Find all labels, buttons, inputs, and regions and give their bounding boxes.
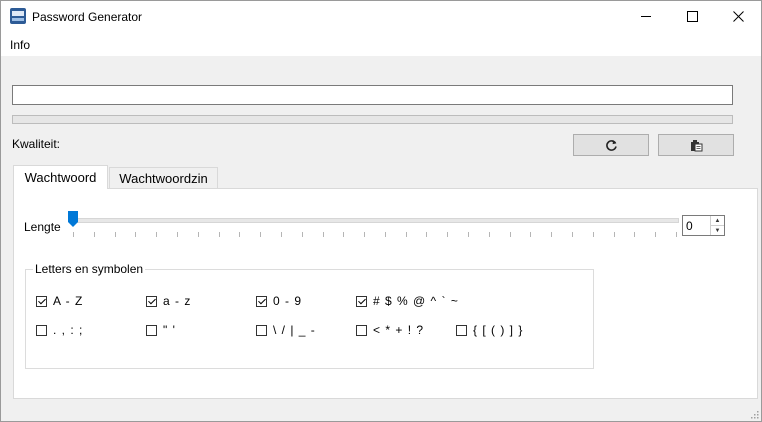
- clipboard-icon: [690, 139, 702, 151]
- checkbox-box[interactable]: [356, 295, 367, 307]
- resize-grip-icon[interactable]: [749, 409, 759, 419]
- letters-symbols-group: Letters en symbolen A - Z a - z 0 - 9 # …: [25, 262, 594, 369]
- slider-tick: [385, 232, 386, 237]
- checkbox-punctuation[interactable]: . , : ;: [36, 323, 83, 337]
- slider-tick: [156, 232, 157, 237]
- checkbox-box[interactable]: [146, 324, 157, 336]
- slider-tick: [177, 232, 178, 237]
- checkbox-label: " ': [163, 323, 176, 337]
- checkbox-box[interactable]: [456, 324, 467, 336]
- slider-tick: [260, 232, 261, 237]
- slider-tick: [343, 232, 344, 237]
- maximize-icon: [686, 11, 698, 22]
- slider-tick: [551, 232, 552, 237]
- refresh-icon: [605, 139, 617, 151]
- title-bar[interactable]: Password Generator: [1, 1, 761, 32]
- password-field[interactable]: [12, 85, 733, 105]
- slider-tick: [239, 232, 240, 237]
- slider-tick: [406, 232, 407, 237]
- slider-tick: [198, 232, 199, 237]
- checkbox-box[interactable]: [36, 324, 47, 336]
- checkbox-brackets[interactable]: { [ ( ) ] }: [456, 323, 523, 337]
- chevron-down-icon: ▼: [714, 227, 721, 234]
- menu-bar: Info: [1, 32, 761, 56]
- length-label: Lengte: [24, 220, 61, 234]
- checkbox-label: A - Z: [53, 294, 84, 308]
- copy-button[interactable]: [658, 134, 734, 156]
- slider-tick: [530, 232, 531, 237]
- maximize-button[interactable]: [669, 1, 715, 32]
- slider-tick: [135, 232, 136, 237]
- length-spinbox[interactable]: 0 ▲ ▼: [682, 215, 725, 236]
- checkbox-box[interactable]: [146, 295, 157, 307]
- checkbox-box[interactable]: [36, 295, 47, 307]
- spin-down-button[interactable]: ▼: [711, 226, 724, 235]
- slider-tick: [426, 232, 427, 237]
- length-slider-thumb[interactable]: [68, 211, 78, 227]
- checkbox-quotes[interactable]: " ': [146, 323, 176, 337]
- window-title: Password Generator: [32, 10, 143, 24]
- checkbox-box[interactable]: [256, 324, 267, 336]
- slider-tick: [489, 232, 490, 237]
- quality-progress-bar: [12, 115, 733, 124]
- slider-tick: [115, 232, 116, 237]
- tab-panel-wachtwoord: Lengte 0 ▲ ▼ Letters en symbolen A - Z a…: [13, 188, 758, 399]
- checkbox-label: 0 - 9: [273, 294, 303, 308]
- slider-tick: [73, 232, 74, 237]
- tab-wachtwoordzin[interactable]: Wachtwoordzin: [109, 167, 218, 189]
- checkbox-slashes[interactable]: \ / | _ -: [256, 323, 316, 337]
- slider-tick: [510, 232, 511, 237]
- slider-tick: [634, 232, 635, 237]
- spin-up-button[interactable]: ▲: [711, 216, 724, 226]
- close-icon: [732, 11, 744, 22]
- checkbox-box[interactable]: [256, 295, 267, 307]
- checkbox-label: a - z: [163, 294, 192, 308]
- menu-info[interactable]: Info: [10, 38, 30, 52]
- slider-tick: [468, 232, 469, 237]
- checkbox-label: { [ ( ) ] }: [473, 323, 524, 337]
- checkbox-label: . , : ;: [53, 323, 84, 337]
- slider-tick: [447, 232, 448, 237]
- slider-tick: [655, 232, 656, 237]
- length-slider-ticks: [73, 232, 677, 237]
- checkbox-operators[interactable]: < * + ! ?: [356, 323, 424, 337]
- minimize-button[interactable]: [623, 1, 669, 32]
- app-icon: [10, 8, 26, 24]
- slider-tick: [572, 232, 573, 237]
- checkbox-box[interactable]: [356, 324, 367, 336]
- tab-wachtwoord[interactable]: Wachtwoord: [13, 165, 108, 189]
- checkbox-lowercase[interactable]: a - z: [146, 294, 191, 308]
- slider-tick: [323, 232, 324, 237]
- checkbox-digits[interactable]: 0 - 9: [256, 294, 302, 308]
- checkbox-label: < * + ! ?: [373, 323, 425, 337]
- checkbox-uppercase[interactable]: A - Z: [36, 294, 83, 308]
- length-slider-track[interactable]: [73, 218, 679, 223]
- checkbox-label: \ / | _ -: [273, 323, 316, 337]
- spin-buttons: ▲ ▼: [710, 216, 724, 235]
- app-window: Password Generator Info Kwaliteit: Wacht…: [0, 0, 762, 422]
- slider-tick: [302, 232, 303, 237]
- length-value[interactable]: 0: [686, 219, 693, 233]
- slider-tick: [94, 232, 95, 237]
- close-button[interactable]: [715, 1, 761, 32]
- checkbox-special-symbols[interactable]: # $ % @ ^ ` ~: [356, 294, 459, 308]
- slider-tick: [614, 232, 615, 237]
- slider-tick: [593, 232, 594, 237]
- slider-tick: [219, 232, 220, 237]
- minimize-icon: [641, 16, 651, 17]
- group-title: Letters en symbolen: [33, 262, 146, 276]
- slider-tick: [676, 232, 677, 237]
- checkbox-label: # $ % @ ^ ` ~: [373, 294, 459, 308]
- slider-tick: [364, 232, 365, 237]
- quality-label: Kwaliteit:: [12, 137, 61, 151]
- chevron-up-icon: ▲: [714, 217, 721, 224]
- regenerate-button[interactable]: [573, 134, 649, 156]
- slider-tick: [281, 232, 282, 237]
